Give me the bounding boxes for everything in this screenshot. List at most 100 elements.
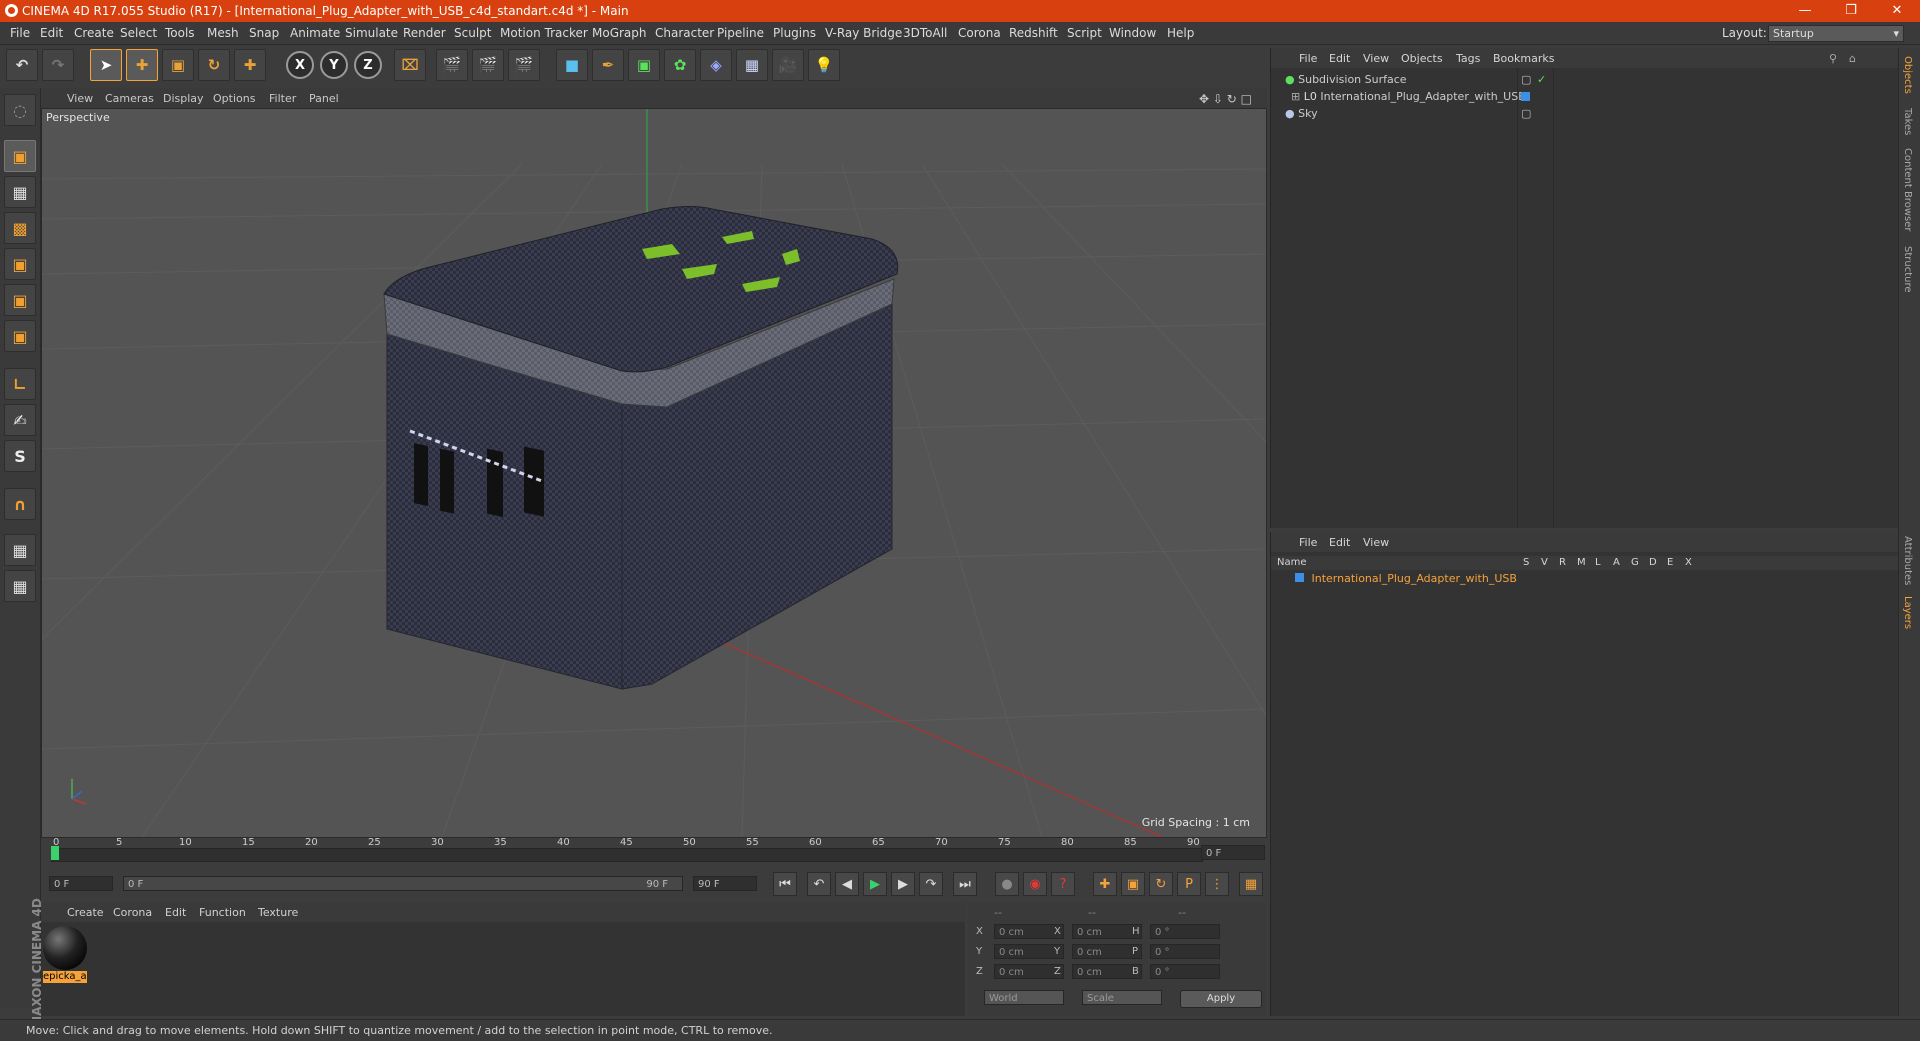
menu-pipeline[interactable]: Pipeline <box>717 26 764 40</box>
goto-start-button[interactable]: ⏮ <box>773 872 797 896</box>
layout-select[interactable]: Startup ▾ <box>1768 25 1904 42</box>
frame-range-slider[interactable]: 0 F 90 F <box>123 876 683 891</box>
snap-magnet-button[interactable]: ∩ <box>4 488 36 520</box>
obj-menu-edit[interactable]: Edit <box>1329 52 1350 65</box>
viewport-navigation-icons[interactable]: ✥ ⇩ ↻ □ <box>1199 92 1252 106</box>
menu-sculpt[interactable]: Sculpt <box>454 26 491 40</box>
coord-value-field[interactable]: 0 ° <box>1150 924 1220 939</box>
current-frame-field[interactable]: 0 F <box>1201 845 1265 860</box>
material-name[interactable]: epicka_a <box>43 971 87 983</box>
make-editable-button[interactable]: ◌ <box>4 94 36 126</box>
menu-tools[interactable]: Tools <box>165 26 195 40</box>
layer-row[interactable]: International_Plug_Adapter_with_USB <box>1275 572 1895 586</box>
object-row-sky[interactable]: ● Sky ▢ <box>1275 105 1895 123</box>
tab-structure[interactable]: Structure <box>1902 246 1913 293</box>
viewport-menu-filter[interactable]: Filter <box>269 92 296 105</box>
workplane-mode-button[interactable]: ▩ <box>4 212 36 244</box>
timeline-window-button[interactable]: ▦ <box>1239 872 1263 896</box>
menu-simulate[interactable]: Simulate <box>345 26 398 40</box>
material-menu-texture[interactable]: Texture <box>258 906 298 919</box>
menu-window[interactable]: Window <box>1109 26 1156 40</box>
live-selection-button[interactable]: ✚ <box>234 49 266 81</box>
layer-menu-view[interactable]: View <box>1363 536 1389 549</box>
undo-button[interactable]: ↶ <box>6 49 38 81</box>
menu-mesh[interactable]: Mesh <box>207 26 239 40</box>
layer-menu-edit[interactable]: Edit <box>1329 536 1350 549</box>
coordinate-system-button[interactable]: ⌧ <box>394 49 426 81</box>
end-frame-field[interactable]: 90 F <box>693 876 757 891</box>
points-mode-button[interactable]: ▣ <box>4 248 36 280</box>
search-icon[interactable]: ⚲ <box>1829 52 1837 65</box>
menu-vray-bridge[interactable]: V-Ray Bridge <box>825 26 902 40</box>
render-view-button[interactable]: 🎬 <box>436 49 468 81</box>
obj-menu-view[interactable]: View <box>1363 52 1389 65</box>
deformer-button[interactable]: ◈ <box>700 49 732 81</box>
material-menu-create[interactable]: Create <box>67 906 104 919</box>
menu-animate[interactable]: Animate <box>290 26 340 40</box>
tweak-mode-button[interactable]: ✍ <box>4 404 36 436</box>
floor-object-button[interactable]: ▦ <box>736 49 768 81</box>
polygons-mode-button[interactable]: ▣ <box>4 320 36 352</box>
menu-snap[interactable]: Snap <box>249 26 279 40</box>
tab-attributes[interactable]: Attributes <box>1902 536 1913 585</box>
light-object-button[interactable]: 💡 <box>808 49 840 81</box>
record-keys-button[interactable]: ● <box>995 872 1019 896</box>
menu-3dtoall[interactable]: 3DToAll <box>903 26 947 40</box>
menu-render[interactable]: Render <box>403 26 446 40</box>
autokey-button[interactable]: ◉ <box>1023 872 1047 896</box>
key-position-button[interactable]: ✚ <box>1093 872 1117 896</box>
menu-motion-tracker[interactable]: Motion Tracker <box>500 26 588 40</box>
cube-object-button[interactable]: ■ <box>556 49 588 81</box>
viewport-menu-panel[interactable]: Panel <box>309 92 339 105</box>
home-icon[interactable]: ⌂ <box>1849 52 1856 65</box>
plug-adapter-model[interactable] <box>383 206 899 690</box>
obj-menu-bookmarks[interactable]: Bookmarks <box>1493 52 1554 65</box>
start-frame-field[interactable]: 0 F <box>49 876 113 891</box>
pen-spline-button[interactable]: ✒ <box>592 49 624 81</box>
key-scale-button[interactable]: ▣ <box>1121 872 1145 896</box>
menu-redshift[interactable]: Redshift <box>1009 26 1058 40</box>
layer-col-header[interactable]: S <box>1523 557 1529 568</box>
viewport-menu-view[interactable]: View <box>67 92 93 105</box>
next-frame-button[interactable]: ▶ <box>891 872 915 896</box>
lock-z-axis-button[interactable]: Z <box>354 51 382 79</box>
size-mode-select[interactable]: Scale <box>1082 990 1162 1005</box>
object-row-plug-adapter[interactable]: ⊞ L0 International_Plug_Adapter_with_USB <box>1275 88 1895 106</box>
tab-content-browser[interactable]: Content Browser <box>1902 148 1913 231</box>
menu-edit[interactable]: Edit <box>40 26 63 40</box>
key-point-level-button[interactable]: ⋮ <box>1205 872 1229 896</box>
restore-button[interactable]: ❐ <box>1828 0 1874 22</box>
material-menu-edit[interactable]: Edit <box>165 906 186 919</box>
obj-menu-tags[interactable]: Tags <box>1456 52 1480 65</box>
layer-menu-file[interactable]: File <box>1299 536 1317 549</box>
next-key-button[interactable]: ↷ <box>919 872 943 896</box>
prev-frame-button[interactable]: ◀ <box>835 872 859 896</box>
render-settings-button[interactable]: 🎬 <box>508 49 540 81</box>
redo-button[interactable]: ↷ <box>42 49 74 81</box>
obj-menu-objects[interactable]: Objects <box>1401 52 1443 65</box>
key-parameter-button[interactable]: P <box>1177 872 1201 896</box>
menu-script[interactable]: Script <box>1067 26 1102 40</box>
obj-menu-file[interactable]: File <box>1299 52 1317 65</box>
menu-file[interactable]: File <box>10 26 30 40</box>
cloner-button[interactable]: ✿ <box>664 49 696 81</box>
check-icon[interactable]: ✓ <box>1537 71 1546 89</box>
rotate-tool-button[interactable]: ↻ <box>198 49 230 81</box>
texture-mode-button[interactable]: ▦ <box>4 176 36 208</box>
timeline-ruler[interactable]: 0 5 10 15 20 25 30 35 40 45 50 55 60 65 70 75 80 85 90 0 F <box>41 837 1267 864</box>
perspective-viewport[interactable]: Perspective Grid Spacing : 1 cm <box>41 108 1267 838</box>
object-row-subdivision[interactable]: ● Subdivision Surface ▢ ✓ <box>1275 71 1895 89</box>
coordinate-space-select[interactable]: World <box>984 990 1064 1005</box>
menu-mograph[interactable]: MoGraph <box>592 26 647 40</box>
coord-value-field[interactable]: 0 ° <box>1150 944 1220 959</box>
layer-col-header[interactable]: D <box>1649 557 1657 568</box>
move-tool-button[interactable]: ✚ <box>126 49 158 81</box>
layer-col-header[interactable]: V <box>1541 557 1548 568</box>
menu-plugins[interactable]: Plugins <box>773 26 816 40</box>
model-mode-button[interactable]: ▣ <box>4 140 36 172</box>
subdivision-surface-button[interactable]: ▣ <box>628 49 660 81</box>
layer-col-header[interactable]: X <box>1685 557 1692 568</box>
material-swatch[interactable] <box>43 926 87 970</box>
timeline-playhead[interactable] <box>51 846 59 860</box>
close-button[interactable]: ✕ <box>1874 0 1920 22</box>
